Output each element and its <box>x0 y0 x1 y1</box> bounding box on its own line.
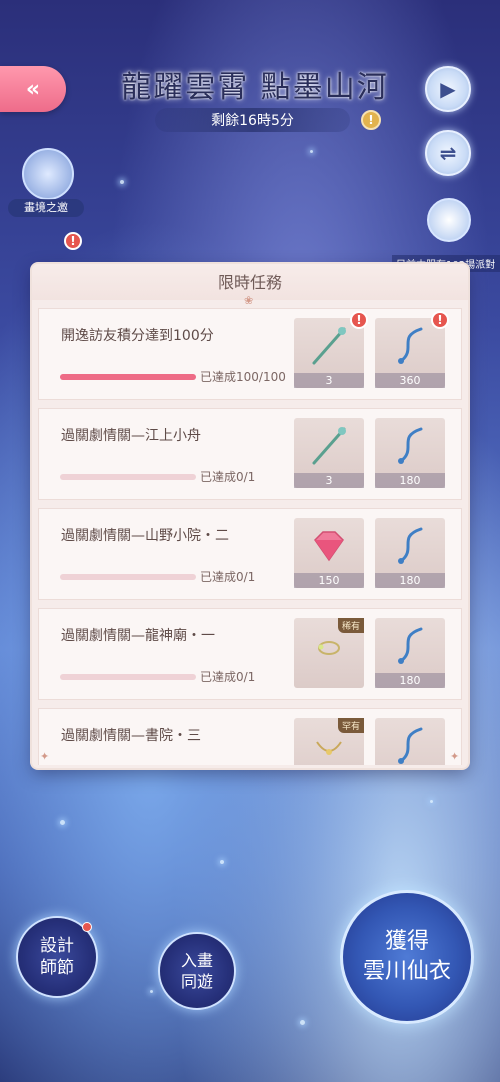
reward-item[interactable]: 150 <box>294 518 364 588</box>
sparkle <box>310 150 313 153</box>
progress-bar <box>60 674 196 680</box>
corner-ornament-icon: ✦ <box>40 750 50 763</box>
progress-bar <box>60 474 196 480</box>
corner-ornament-icon: ✦ <box>450 750 460 763</box>
blue-whip-icon <box>398 727 423 764</box>
reward-item[interactable]: 稀有 <box>294 618 364 688</box>
designer-alert-icon <box>82 922 92 932</box>
sparkle <box>220 860 224 864</box>
progress-text: 已達成0/1 <box>200 570 256 584</box>
flower-ornament-icon: ❀ <box>244 294 254 307</box>
event-info-icon[interactable]: ! <box>361 110 381 130</box>
reward-qty: 360 <box>375 373 445 388</box>
blue-whip-icon <box>398 527 423 564</box>
reward-qty: 3 <box>294 473 364 488</box>
hairpin-icon <box>312 327 346 365</box>
reward-item[interactable]: 罕有 <box>294 718 364 765</box>
reward-qty: 3 <box>294 373 364 388</box>
hairpin-icon <box>312 427 346 465</box>
obtain-outfit-button[interactable]: 獲得 雲川仙衣 <box>340 890 474 1024</box>
reward-alert-icon: ! <box>350 311 368 329</box>
reward-item[interactable] <box>375 718 445 765</box>
back-button[interactable]: « <box>0 66 66 112</box>
enter-painting-button[interactable]: 入畫 同遊 <box>158 932 236 1010</box>
task-name: 過關劇情關—書院・三 <box>61 728 201 744</box>
reward-item[interactable]: 180 <box>375 518 445 588</box>
blue-whip-icon <box>398 327 423 364</box>
countdown-timer: 剩餘16時5分 <box>155 108 350 132</box>
left-alert-icon: ! <box>64 232 82 250</box>
swap-icon: ⇌ <box>439 141 457 165</box>
play-icon: ▶ <box>440 77 456 101</box>
reward-item[interactable]: 3 <box>294 418 364 488</box>
double-chevron-left-icon: « <box>25 76 41 102</box>
task-name: 過關劇情關—江上小舟 <box>61 428 201 444</box>
realm-invite-label: 畫境之邀 <box>8 199 84 217</box>
reward-qty: 180 <box>375 473 445 488</box>
progress-bar <box>60 574 196 580</box>
task-name: 開逸訪友積分達到100分 <box>61 328 214 344</box>
realm-invite-icon[interactable] <box>22 148 74 200</box>
rare-tag: 稀有 <box>337 618 364 633</box>
task-name: 過關劇情關—山野小院・二 <box>61 528 229 544</box>
task-item[interactable]: 過關劇情關—龍神廟・一 已達成0/1 稀有 180 <box>38 608 462 700</box>
progress-text: 已達成0/1 <box>200 670 256 684</box>
timed-task-panel: 限時任務 ❀ 開逸訪友積分達到100分 已達成100/100 3 ! 360 !… <box>32 264 468 768</box>
progress-text: 已達成0/1 <box>200 470 256 484</box>
reward-qty: 180 <box>375 673 445 688</box>
task-item[interactable]: 開逸訪友積分達到100分 已達成100/100 3 ! 360 ! <box>38 308 462 400</box>
task-item[interactable]: 過關劇情關—江上小舟 已達成0/1 3 180 <box>38 408 462 500</box>
progress-fill <box>60 374 196 380</box>
progress-text: 已達成100/100 <box>200 370 286 384</box>
reward-item[interactable]: 3 ! <box>294 311 368 388</box>
sparkle <box>430 800 433 803</box>
progress-bar <box>60 374 196 380</box>
task-item[interactable]: 過關劇情關—書院・三 罕有 <box>38 708 462 765</box>
reward-qty: 150 <box>294 573 364 588</box>
task-name: 過關劇情關—龍神廟・一 <box>61 628 215 644</box>
swap-button[interactable]: ⇌ <box>425 130 471 176</box>
sparkle <box>300 1020 305 1025</box>
task-item[interactable]: 過關劇情關—山野小院・二 已達成0/1 150 180 <box>38 508 462 600</box>
blue-whip-icon <box>398 427 423 464</box>
reward-item[interactable]: 360 ! <box>375 311 449 388</box>
sparkle <box>60 820 65 825</box>
blue-whip-icon <box>398 627 423 664</box>
reward-alert-icon: ! <box>431 311 449 329</box>
play-button[interactable]: ▶ <box>425 66 471 112</box>
reward-item[interactable]: 180 <box>375 618 445 688</box>
task-list[interactable]: 開逸訪友積分達到100分 已達成100/100 3 ! 360 ! 過關劇情關—… <box>38 308 462 765</box>
sparkle <box>150 990 153 993</box>
sparkle <box>120 180 124 184</box>
reward-item[interactable]: 180 <box>375 418 445 488</box>
rare-tag: 罕有 <box>337 718 364 733</box>
reward-qty: 180 <box>375 573 445 588</box>
event-title: 龍躍雲霄 點墨山河 <box>121 70 389 105</box>
diamond-icon <box>314 531 344 562</box>
party-cloud-icon[interactable] <box>427 198 471 242</box>
